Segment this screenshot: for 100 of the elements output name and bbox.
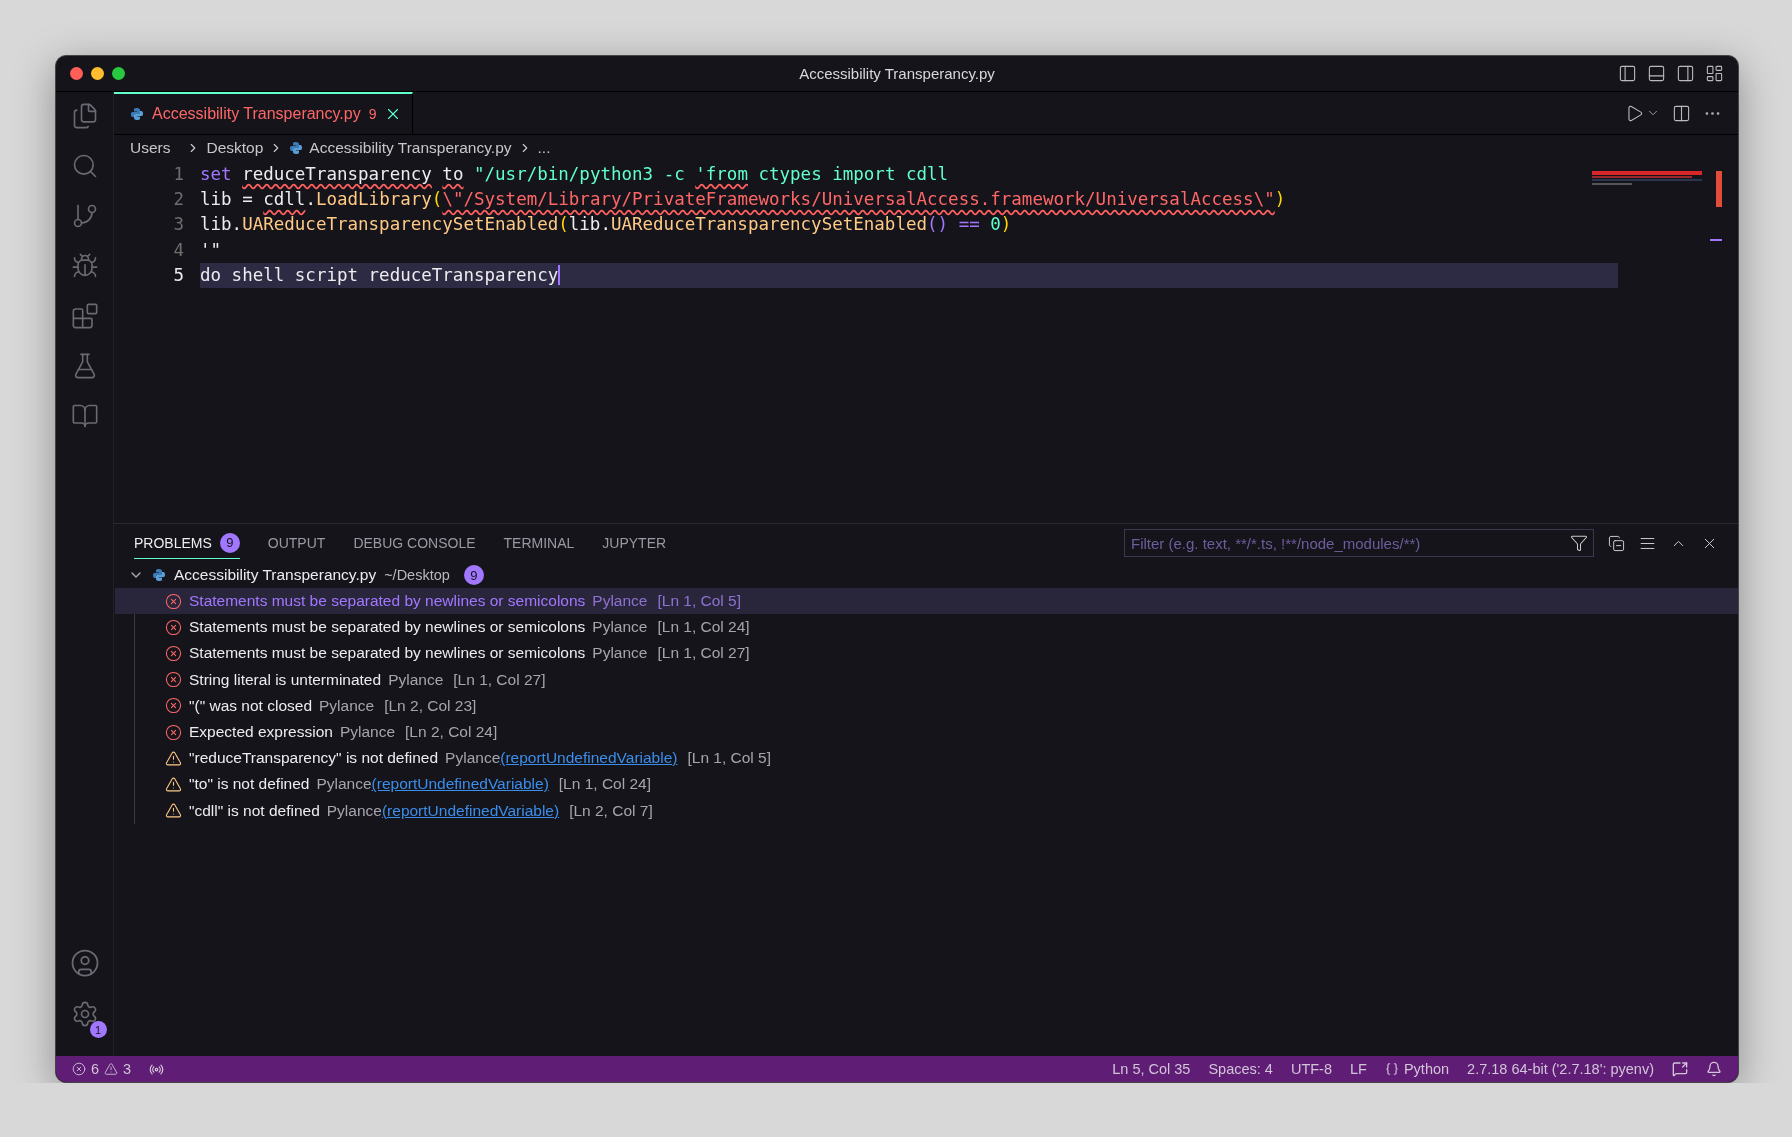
problem-location: [Ln 2, Col 24] [405,723,498,742]
problem-row[interactable]: "(" was not closed Pylance [Ln 2, Col 23] [115,692,1738,719]
problem-row[interactable]: Statements must be separated by newlines or semicolons Pylance [Ln 1, Col 5] [115,588,1738,615]
bell-icon[interactable] [1706,1061,1722,1077]
problem-message: Statements must be separated by newlines or semicolons [189,592,586,611]
notebook-icon[interactable] [70,402,99,430]
code-token: ( [431,189,443,210]
problem-row[interactable]: Expected expression Pylance [Ln 2, Col 24] [115,718,1738,746]
problem-row[interactable]: "to" is not defined Pylance(reportUndefinedVariable) [Ln 1, Col 24] [115,771,1738,798]
tab-label: Accessibility Transperancy.py [152,105,361,123]
line-number: 1 [172,163,185,184]
code-token: '" [200,239,222,260]
code-token: ) [1000,214,1012,235]
problem-location: [Ln 1, Col 27] [657,644,750,663]
problem-source: Pylance [592,618,648,637]
problem-source: Pylance [319,696,375,715]
code-token: reduceTransparency [242,163,433,184]
account-icon[interactable] [69,948,100,978]
problem-source: Pylance [388,670,444,689]
python-file-icon [130,107,144,121]
line-number: 5 [172,265,185,286]
filter-field[interactable]: Filter (e.g. text, **/*.ts, !**/node_modules/**) [1124,529,1594,557]
panel-tab[interactable]: DEBUG CONSOLE [353,527,476,559]
error-icon [165,618,182,636]
panel-tab[interactable]: TERMINAL [503,527,575,559]
problem-location: [Ln 1, Col 27] [453,670,546,689]
code-token: . [305,189,316,210]
problem-row[interactable]: "cdll" is not defined Pylance(reportUndefinedVariable) [Ln 2, Col 7] [115,797,1738,824]
editor-tab[interactable]: Accessibility Transperancy.py 9 [114,92,414,134]
problem-message: Statements must be separated by newlines or semicolons [189,644,586,663]
rule-link[interactable]: (reportUndefinedVariable) [381,801,560,820]
problem-location: [Ln 1, Col 24] [558,775,651,794]
problem-row[interactable]: Statements must be separated by newlines or semicolons Pylance [Ln 1, Col 24] [115,614,1738,641]
layout-icon[interactable] [1705,64,1724,83]
zoom-light[interactable] [112,67,125,80]
rule-link[interactable]: (reportUndefinedVariable) [500,749,678,768]
error-icon [165,723,182,741]
python-file-icon [152,568,166,582]
panel-tab[interactable]: JUPYTER [602,527,667,559]
python-file-icon [289,141,304,155]
problem-source: Pylance [592,592,648,611]
problem-source: Pylance [316,775,372,794]
run-icon[interactable] [1625,103,1644,123]
status-item[interactable]: Python [1384,1061,1450,1077]
code-token: set [200,163,233,184]
panel-tab[interactable]: PROBLEMS 9 [134,527,240,559]
problem-message: "to" is not defined [189,775,310,794]
error-icon [165,644,182,662]
code-token: lib. [568,214,611,235]
breadcrumb-item[interactable]: Accessibility Transperancy.py [309,139,512,157]
problem-message: "(" was not closed [189,696,312,715]
problem-message: String literal is unterminated [189,670,382,689]
rule-link[interactable]: (reportUndefinedVariable) [371,775,549,794]
panel-left-icon[interactable] [1618,64,1637,83]
problem-row[interactable]: "reduceTransparency" is not defined Pylance(reportUndefinedVariable) [Ln 1, Col 5] [115,745,1738,772]
collapse-all-icon[interactable] [1608,534,1625,552]
problem-location: [Ln 2, Col 23] [384,696,477,715]
problem-source: Pylance [592,644,648,663]
minimize-light[interactable] [91,67,104,80]
breadcrumb-item[interactable]: Users [130,139,171,157]
status-item[interactable]: Ln 5, Col 35 [1112,1061,1191,1077]
problem-row[interactable]: Statements must be separated by newlines or semicolons Pylance [Ln 1, Col 27] [115,640,1738,667]
filter-icon[interactable] [1570,534,1588,552]
warning-icon [165,749,182,767]
error-icon [165,671,182,689]
breadcrumb-item[interactable]: ... [537,139,551,157]
status-item[interactable]: UTF-8 [1290,1061,1332,1077]
panel-bottom-icon[interactable] [1647,64,1666,83]
panel-tab[interactable]: OUTPUT [267,527,326,559]
code-token: cdll [263,189,306,210]
bug-icon[interactable] [70,252,99,280]
line-number: 4 [172,239,185,260]
code-token: \"/System/Library/PrivateFrameworks/UniversalAccess.framework/UniversalAccess\" [442,189,1275,210]
feedback-icon[interactable] [1672,1061,1688,1077]
settings-badge: 1 [89,1021,107,1038]
status-item[interactable]: Spaces: 4 [1208,1061,1273,1077]
code-token: == [958,214,981,235]
problem-count: 9 [368,106,377,122]
warning-icon [165,775,182,793]
file-name: Accessibility Transperancy.py [174,566,377,584]
code-token: LoadLibrary [315,189,432,210]
error-icon [72,1062,86,1076]
text-cursor [558,265,561,286]
error-icon [165,697,182,715]
code-token: 'from [695,163,748,184]
code-token: ) [1274,189,1286,210]
breadcrumb-item[interactable]: Desktop [206,139,264,157]
status-item[interactable]: 2.7.18 64-bit ('2.7.18': pyenv) [1467,1061,1654,1077]
status-item[interactable]: LF [1350,1061,1367,1077]
window-title: Accessibility Transperancy.py [799,65,995,82]
problem-row[interactable]: String literal is unterminated Pylance [Ln 1, Col 27] [115,666,1738,693]
problem-source: Pylance [445,749,501,768]
problem-location: [Ln 1, Col 5] [657,592,742,611]
code-token: "/usr/bin/python3 -c [474,163,686,184]
code-token: do shell script reduceTransparency [200,265,559,286]
split-editor-icon[interactable] [1672,103,1691,123]
problems-status[interactable]: 6 3 [72,1061,132,1077]
panel-right-icon[interactable] [1676,64,1695,83]
close-light[interactable] [70,67,83,80]
blocks-icon[interactable] [70,302,99,330]
